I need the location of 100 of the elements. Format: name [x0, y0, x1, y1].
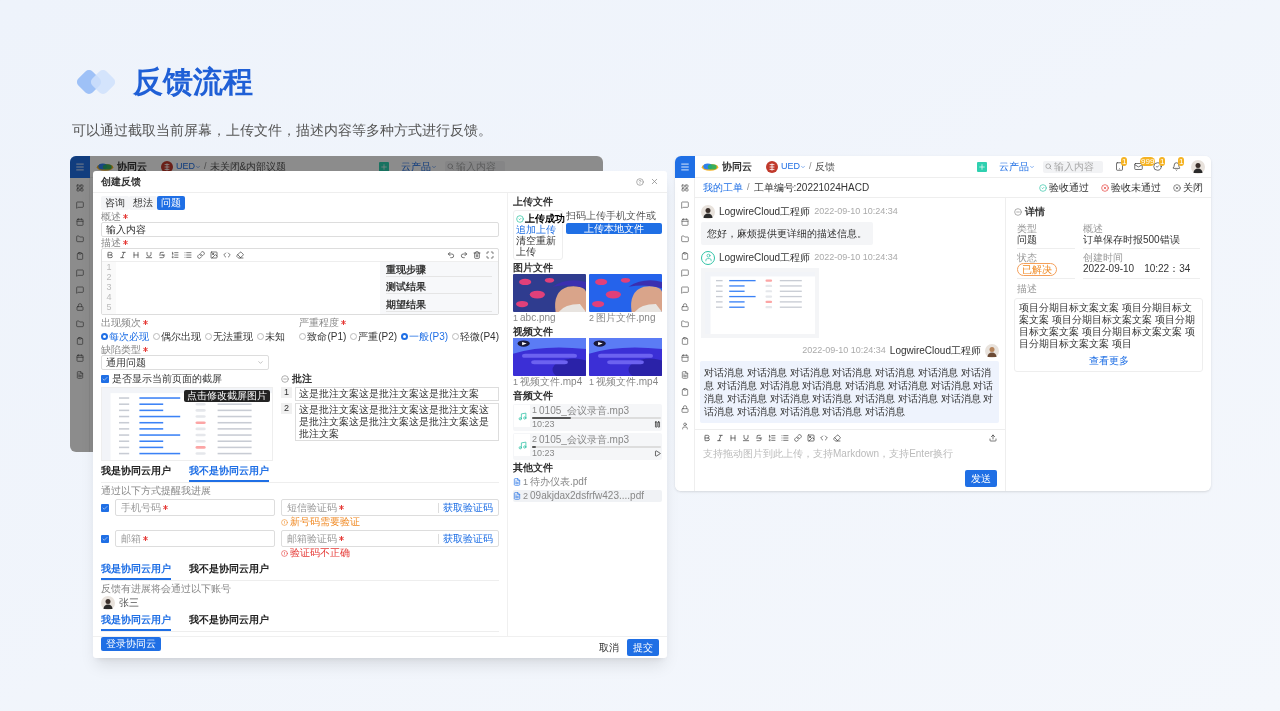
radio-option[interactable]: 致命(P1)	[299, 329, 347, 344]
strikethrough-icon[interactable]	[158, 251, 166, 259]
image-icon[interactable]	[210, 251, 218, 259]
sidebar-icon[interactable]	[680, 303, 689, 311]
fullscreen-icon[interactable]	[486, 251, 494, 259]
play-icon[interactable]	[654, 450, 661, 457]
list-icon[interactable]	[184, 251, 192, 259]
eraser-icon[interactable]	[833, 434, 841, 442]
eraser-icon[interactable]	[236, 251, 244, 259]
action-button[interactable]: 验收通过	[1039, 180, 1089, 195]
help-icon[interactable]	[636, 177, 644, 186]
product-dropdown[interactable]: 云产品	[999, 159, 1035, 174]
sidebar-icon[interactable]	[75, 269, 84, 277]
sidebar-icon[interactable]	[680, 422, 689, 430]
input-field[interactable]: 手机号码	[115, 499, 275, 516]
upload-action-link[interactable]: 清空重新上传	[516, 235, 560, 257]
login-button[interactable]: 登录协同云	[101, 637, 161, 651]
edit-screenshot-button[interactable]: 点击修改截屏图片	[184, 390, 270, 402]
menu-button[interactable]	[70, 156, 90, 178]
product-dropdown[interactable]: 云产品	[400, 159, 437, 174]
link-icon[interactable]	[794, 434, 802, 442]
breadcrumb-link[interactable]: 我的工单	[703, 180, 743, 195]
radio-option[interactable]: 每次必现	[101, 329, 149, 344]
action-button[interactable]: 验收未通过	[1101, 180, 1161, 195]
radio-option[interactable]: 一般(P3)	[401, 329, 449, 344]
radio-option[interactable]: 偶尔出现	[153, 329, 201, 344]
sidebar-icon[interactable]	[680, 405, 689, 413]
get-code-link[interactable]: 获取验证码	[438, 533, 493, 544]
italic-icon[interactable]	[119, 251, 127, 259]
code-icon[interactable]	[223, 251, 231, 259]
sidebar-icon[interactable]	[75, 320, 84, 328]
sidebar-icon[interactable]	[680, 388, 689, 396]
user-tab[interactable]: 我不是协同云用户	[189, 562, 269, 580]
summary-field[interactable]: 输入内容	[101, 222, 499, 237]
radio-option[interactable]: 严重(P2)	[350, 329, 398, 344]
task-icon[interactable]	[1153, 162, 1162, 171]
user-tab[interactable]: 我不是协同云用户	[189, 464, 269, 482]
add-button[interactable]	[378, 161, 389, 172]
italic-icon[interactable]	[716, 434, 724, 442]
sidebar-icon[interactable]	[680, 371, 689, 379]
radio-option[interactable]: 未知	[257, 329, 285, 344]
feedback-tab[interactable]: 问题	[157, 196, 185, 210]
collapse-icon[interactable]	[281, 375, 289, 383]
user-tab[interactable]: 我是协同云用户	[101, 562, 171, 580]
checkbox[interactable]	[101, 504, 109, 512]
ordered-list-icon[interactable]	[171, 251, 179, 259]
action-button[interactable]: 关闭	[1173, 180, 1203, 195]
upload-action-link[interactable]: 追加上传	[516, 224, 560, 235]
close-icon[interactable]	[650, 177, 659, 186]
phone-icon[interactable]	[1115, 162, 1124, 171]
bold-icon[interactable]	[703, 434, 711, 442]
link-icon[interactable]	[197, 251, 205, 259]
code-field[interactable]: 短信验证码 获取验证码	[281, 499, 499, 516]
heading-icon[interactable]	[729, 434, 737, 442]
sidebar-icon[interactable]	[680, 337, 689, 345]
org-dropdown[interactable]: UED	[176, 159, 201, 174]
sidebar-icon[interactable]	[75, 303, 84, 311]
sidebar-icon[interactable]	[680, 184, 689, 192]
underline-icon[interactable]	[742, 434, 750, 442]
sidebar-icon[interactable]	[680, 201, 689, 209]
menu-button[interactable]	[675, 156, 695, 178]
user-tab[interactable]: 我是协同云用户	[101, 464, 171, 482]
sidebar-icon[interactable]	[680, 320, 689, 328]
user-tab[interactable]: 我不是协同云用户	[189, 613, 269, 631]
sidebar-icon[interactable]	[680, 218, 689, 226]
bold-icon[interactable]	[106, 251, 114, 259]
feedback-tab[interactable]: 咨询	[101, 196, 129, 210]
mail-icon[interactable]	[1134, 162, 1143, 171]
sidebar-icon[interactable]	[75, 201, 84, 209]
see-more-link[interactable]: 查看更多	[1088, 353, 1129, 368]
sidebar-icon[interactable]	[680, 252, 689, 260]
input-field[interactable]: 邮箱	[115, 530, 275, 547]
image-icon[interactable]	[807, 434, 815, 442]
notification-icon[interactable]	[1172, 162, 1181, 171]
radio-option[interactable]: 轻微(P4)	[452, 329, 499, 344]
radio-option[interactable]: 无法重现	[205, 329, 253, 344]
org-dropdown[interactable]: UED	[781, 159, 806, 174]
sidebar-icon[interactable]	[75, 184, 84, 192]
checkbox[interactable]	[101, 375, 109, 383]
sidebar-icon[interactable]	[680, 354, 689, 362]
file-row[interactable]: 2 09akjdax2dsfrfw423....pdf	[513, 490, 662, 502]
upload-local-button[interactable]: 上传本地文件	[566, 223, 662, 234]
get-code-link[interactable]: 获取验证码	[438, 502, 493, 513]
trash-icon[interactable]	[473, 251, 481, 259]
code-field[interactable]: 邮箱验证码 获取验证码	[281, 530, 499, 547]
defect-type-select[interactable]: 通用问题	[101, 355, 269, 370]
sidebar-icon[interactable]	[75, 252, 84, 260]
sidebar-icon[interactable]	[680, 286, 689, 294]
heading-icon[interactable]	[132, 251, 140, 259]
feedback-tab[interactable]: 想法	[129, 196, 157, 210]
sidebar-icon[interactable]	[75, 371, 84, 379]
sidebar-icon[interactable]	[680, 235, 689, 243]
send-button[interactable]: 发送	[965, 470, 997, 487]
list-icon[interactable]	[781, 434, 789, 442]
code-icon[interactable]	[820, 434, 828, 442]
sidebar-icon[interactable]	[75, 286, 84, 294]
user-tab[interactable]: 我是协同云用户	[101, 613, 171, 631]
redo-icon[interactable]	[460, 251, 468, 259]
sidebar-icon[interactable]	[75, 218, 84, 226]
sidebar-icon[interactable]	[75, 337, 84, 345]
